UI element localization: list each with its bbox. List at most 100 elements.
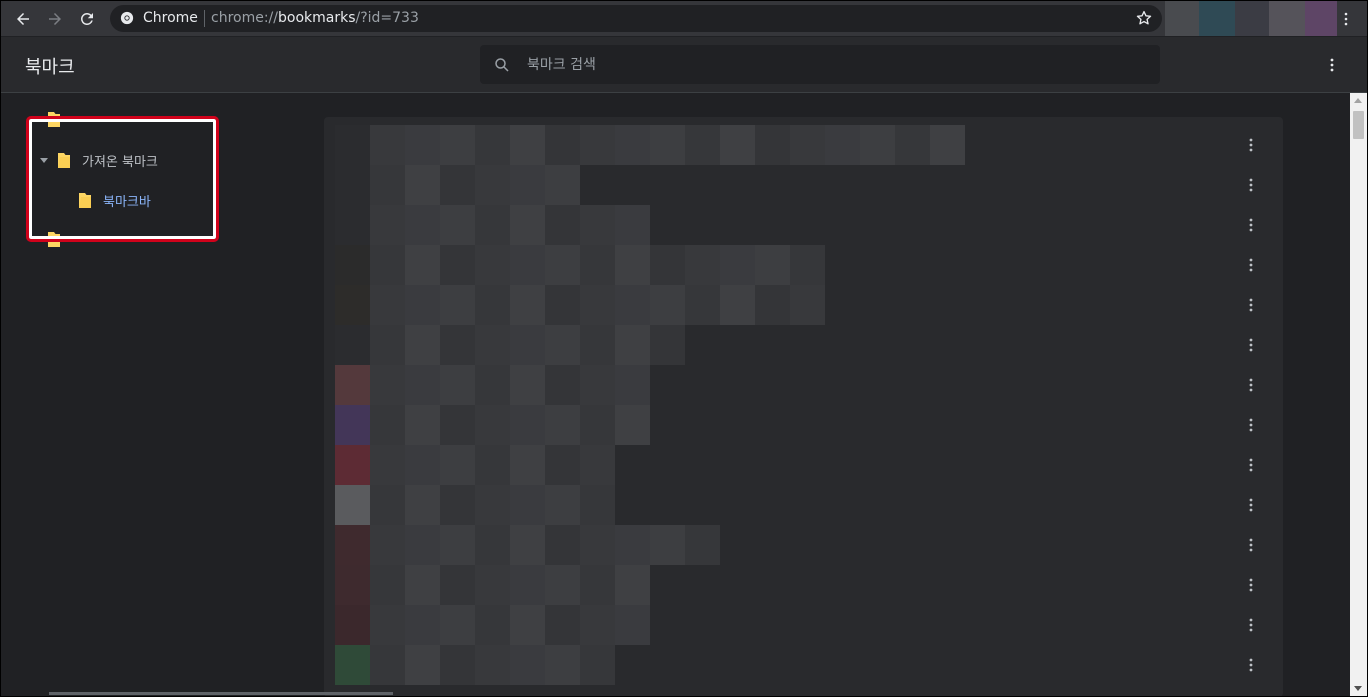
obscured-title-block: [510, 445, 545, 485]
scroll-up-arrow-icon[interactable]: [1354, 98, 1362, 103]
more-vert-icon: [1249, 618, 1253, 632]
forward-button[interactable]: [43, 7, 67, 31]
more-vert-icon: [1249, 458, 1253, 472]
reload-button[interactable]: [75, 7, 99, 31]
bookmark-row[interactable]: [324, 405, 1283, 445]
back-button[interactable]: [11, 7, 35, 31]
obscured-title-block: [720, 285, 755, 325]
scrollbar-thumb[interactable]: [1353, 111, 1364, 139]
favicon-icon: [335, 525, 370, 565]
obscured-title-block: [930, 125, 965, 165]
address-bar[interactable]: Chrome chrome://bookmarks/?id=733: [110, 5, 1162, 32]
row-more-actions-button[interactable]: [1241, 615, 1261, 635]
obscured-title-block: [405, 645, 440, 685]
bookmark-row[interactable]: [324, 285, 1283, 325]
bookmark-row[interactable]: [324, 165, 1283, 205]
chrome-menu-button[interactable]: [1337, 7, 1355, 31]
more-vert-icon: [1249, 298, 1253, 312]
row-more-actions-button[interactable]: [1241, 135, 1261, 155]
bookmark-row[interactable]: [324, 365, 1283, 405]
obscured-title-block: [615, 325, 650, 365]
search-box[interactable]: [480, 45, 1160, 84]
obscured-title-block: [860, 125, 895, 165]
obscured-title-block: [440, 645, 475, 685]
obscured-title-block: [510, 565, 545, 605]
more-vert-icon: [1249, 218, 1253, 232]
obscured-title-block: [440, 605, 475, 645]
row-more-actions-button[interactable]: [1241, 255, 1261, 275]
extension-icon[interactable]: [1235, 1, 1269, 36]
site-name: Chrome: [143, 10, 198, 26]
row-more-actions-button[interactable]: [1241, 375, 1261, 395]
obscured-title-block: [370, 205, 405, 245]
obscured-title-block: [510, 605, 545, 645]
obscured-title-block: [545, 525, 580, 565]
obscured-title-block: [615, 205, 650, 245]
more-vert-icon: [1249, 418, 1253, 432]
extensions-area: [1165, 1, 1337, 36]
row-more-actions-button[interactable]: [1241, 335, 1261, 355]
row-more-actions-button[interactable]: [1241, 575, 1261, 595]
arrow-right-icon: [49, 13, 61, 25]
bookmark-row[interactable]: [324, 605, 1283, 645]
row-more-actions-button[interactable]: [1241, 535, 1261, 555]
favicon-icon: [335, 605, 370, 645]
bookmark-row[interactable]: [324, 325, 1283, 365]
more-vert-icon: [1249, 258, 1253, 272]
scroll-down-arrow-icon[interactable]: [1354, 686, 1362, 691]
browser-toolbar: Chrome chrome://bookmarks/?id=733: [1, 1, 1367, 36]
bookmark-row[interactable]: [324, 525, 1283, 565]
vertical-scrollbar[interactable]: [1350, 93, 1367, 696]
obscured-title-block: [405, 325, 440, 365]
obscured-title-block: [615, 405, 650, 445]
obscured-title-block: [510, 365, 545, 405]
row-more-actions-button[interactable]: [1241, 175, 1261, 195]
obscured-title-block: [720, 125, 755, 165]
obscured-title-block: [475, 605, 510, 645]
obscured-title-block: [405, 285, 440, 325]
obscured-title-block: [370, 485, 405, 525]
search-input[interactable]: [525, 54, 1129, 76]
obscured-title-block: [475, 565, 510, 605]
obscured-title-block: [545, 365, 580, 405]
extension-icon[interactable]: [1199, 1, 1235, 36]
more-vert-icon: [1249, 578, 1253, 592]
obscured-title-block: [545, 565, 580, 605]
obscured-title-block: [510, 645, 545, 685]
obscured-title-block: [615, 365, 650, 405]
extension-icon[interactable]: [1269, 1, 1305, 36]
obscured-title-block: [615, 605, 650, 645]
favicon-icon: [335, 285, 370, 325]
url-host: bookmarks: [278, 10, 356, 26]
bookmark-row[interactable]: [324, 445, 1283, 485]
bookmark-row[interactable]: [324, 205, 1283, 245]
row-more-actions-button[interactable]: [1241, 295, 1261, 315]
row-more-actions-button[interactable]: [1241, 495, 1261, 515]
bookmark-row[interactable]: [324, 125, 1283, 165]
obscured-title-block: [580, 285, 615, 325]
chrome-icon: [120, 11, 134, 25]
extension-icon[interactable]: [1165, 1, 1199, 36]
row-more-actions-button[interactable]: [1241, 455, 1261, 475]
obscured-title-block: [580, 525, 615, 565]
row-more-actions-button[interactable]: [1241, 215, 1261, 235]
obscured-title-block: [475, 365, 510, 405]
star-icon[interactable]: [1135, 9, 1153, 27]
obscured-title-block: [475, 245, 510, 285]
row-more-actions-button[interactable]: [1241, 655, 1261, 675]
bookmark-row[interactable]: [324, 565, 1283, 605]
row-more-actions-button[interactable]: [1241, 415, 1261, 435]
bookmark-row[interactable]: [324, 645, 1283, 685]
extension-icon[interactable]: [1305, 1, 1337, 36]
obscured-title-block: [440, 485, 475, 525]
obscured-title-block: [545, 205, 580, 245]
bookmark-row[interactable]: [324, 485, 1283, 525]
obscured-title-block: [510, 205, 545, 245]
obscured-title-block: [370, 165, 405, 205]
organize-menu-button[interactable]: [1321, 53, 1343, 77]
obscured-title-block: [405, 605, 440, 645]
obscured-title-block: [580, 605, 615, 645]
obscured-title-block: [545, 325, 580, 365]
obscured-title-block: [510, 245, 545, 285]
bookmark-row[interactable]: [324, 245, 1283, 285]
